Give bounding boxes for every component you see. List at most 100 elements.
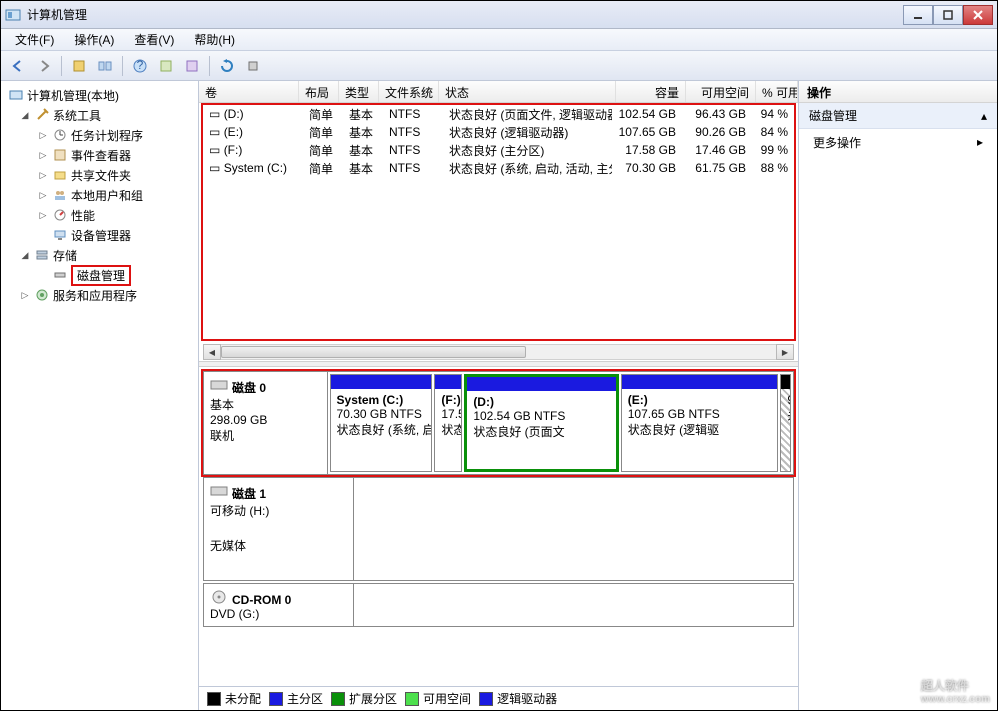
action-more[interactable]: 更多操作▸	[799, 129, 997, 155]
navigation-tree[interactable]: 计算机管理(本地) ◢ 系统工具 ▷任务计划程序 ▷事件查看器 ▷共享文件夹 ▷…	[1, 81, 199, 710]
disk-diagram: 磁盘 0 基本 298.09 GB 联机 System (C:)70.30 GB…	[199, 367, 798, 686]
expand-icon[interactable]: ◢	[19, 250, 31, 261]
cdrom-info: CD-ROM 0 DVD (G:)	[204, 584, 354, 626]
device-icon	[52, 227, 68, 243]
disk-1-info: 磁盘 1 可移动 (H:) 无媒体	[204, 478, 354, 580]
app-icon	[5, 7, 21, 23]
horizontal-scrollbar[interactable]: ◀ ▶	[203, 343, 794, 361]
tree-task-scheduler[interactable]: ▷任务计划程序	[3, 125, 196, 145]
toolbar-icon-3[interactable]	[155, 55, 177, 77]
legend-primary-icon	[269, 692, 283, 706]
clock-icon	[52, 127, 68, 143]
back-button[interactable]	[7, 55, 29, 77]
drive-icon: ▭	[209, 161, 220, 175]
cdrom-icon	[210, 590, 228, 604]
tree-services-apps[interactable]: ▷服务和应用程序	[3, 285, 196, 305]
scroll-thumb[interactable]	[221, 346, 526, 358]
volume-rows: ▭ (D:)简单基本NTFS状态良好 (页面文件, 逻辑驱动器)102.54 G…	[201, 103, 796, 341]
expand-icon[interactable]: ▷	[37, 170, 49, 181]
legend-unallocated-icon	[207, 692, 221, 706]
col-filesystem[interactable]: 文件系统	[379, 81, 439, 102]
action-header: 操作	[799, 81, 997, 103]
tree-local-users[interactable]: ▷本地用户和组	[3, 185, 196, 205]
tree-event-viewer[interactable]: ▷事件查看器	[3, 145, 196, 165]
volume-row[interactable]: ▭ (D:)简单基本NTFS状态良好 (页面文件, 逻辑驱动器)102.54 G…	[203, 105, 794, 123]
volume-list: 卷 布局 类型 文件系统 状态 容量 可用空间 % 可用 ▭ (D:)简单基本N…	[199, 81, 798, 361]
scroll-left-button[interactable]: ◀	[203, 344, 221, 360]
legend-logical-icon	[479, 692, 493, 706]
drive-icon: ▭	[209, 143, 220, 157]
col-status[interactable]: 状态	[439, 81, 616, 102]
maximize-button[interactable]	[933, 5, 963, 25]
expand-icon[interactable]: ▷	[37, 190, 49, 201]
expand-icon[interactable]: ▷	[37, 150, 49, 161]
disk-icon	[210, 484, 228, 498]
col-free[interactable]: 可用空间	[686, 81, 756, 102]
disk-icon	[52, 267, 68, 283]
tree-root[interactable]: 计算机管理(本地)	[3, 85, 196, 105]
expand-icon[interactable]: ▷	[37, 130, 49, 141]
disk-1[interactable]: 磁盘 1 可移动 (H:) 无媒体	[203, 477, 794, 581]
legend: 未分配 主分区 扩展分区 可用空间 逻辑驱动器	[199, 686, 798, 710]
scroll-right-button[interactable]: ▶	[776, 344, 794, 360]
menu-action[interactable]: 操作(A)	[64, 29, 124, 50]
chevron-right-icon: ▸	[977, 135, 983, 149]
legend-free-icon	[405, 692, 419, 706]
computer-icon	[8, 87, 24, 103]
refresh-icon[interactable]	[216, 55, 238, 77]
tree-system-tools[interactable]: ◢ 系统工具	[3, 105, 196, 125]
disk-icon	[210, 378, 228, 392]
close-button[interactable]	[963, 5, 993, 25]
partition-c[interactable]: System (C:)70.30 GB NTFS状态良好 (系统, 启	[330, 374, 433, 472]
toolbar: ?	[1, 51, 997, 81]
tree-disk-management[interactable]: 磁盘管理	[3, 265, 196, 285]
col-layout[interactable]: 布局	[299, 81, 339, 102]
action-disk-management[interactable]: 磁盘管理▴	[799, 103, 997, 129]
tools-icon	[34, 107, 50, 123]
volume-headers[interactable]: 卷 布局 类型 文件系统 状态 容量 可用空间 % 可用	[199, 81, 798, 103]
event-icon	[52, 147, 68, 163]
disk-0[interactable]: 磁盘 0 基本 298.09 GB 联机 System (C:)70.30 GB…	[203, 371, 794, 475]
volume-row[interactable]: ▭ (E:)简单基本NTFS状态良好 (逻辑驱动器)107.65 GB90.26…	[203, 123, 794, 141]
partition-e[interactable]: (E:)107.65 GB NTFS状态良好 (逻辑驱	[621, 374, 779, 472]
col-volume[interactable]: 卷	[199, 81, 299, 102]
forward-button[interactable]	[33, 55, 55, 77]
tree-storage[interactable]: ◢ 存储	[3, 245, 196, 265]
volume-row[interactable]: ▭ (F:)简单基本NTFS状态良好 (主分区)17.58 GB17.46 GB…	[203, 141, 794, 159]
toolbar-icon-2[interactable]	[94, 55, 116, 77]
menu-help[interactable]: 帮助(H)	[184, 29, 245, 50]
tree-performance[interactable]: ▷性能	[3, 205, 196, 225]
window-title: 计算机管理	[27, 6, 903, 23]
partition-f[interactable]: (F:)17.58 GB NTFS状态良好 (主分	[434, 374, 462, 472]
expand-icon[interactable]: ▷	[19, 290, 31, 301]
main-panel: 卷 布局 类型 文件系统 状态 容量 可用空间 % 可用 ▭ (D:)简单基本N…	[199, 81, 799, 710]
action-pane: 操作 磁盘管理▴ 更多操作▸	[799, 81, 997, 710]
toolbar-icon-4[interactable]	[181, 55, 203, 77]
help-icon[interactable]: ?	[129, 55, 151, 77]
col-type[interactable]: 类型	[339, 81, 379, 102]
partition-d[interactable]: (D:)102.54 GB NTFS状态良好 (页面文	[464, 374, 618, 472]
menu-view[interactable]: 查看(V)	[124, 29, 184, 50]
drive-icon: ▭	[209, 125, 220, 139]
partition-unalloc[interactable]: 9未	[780, 374, 791, 472]
expand-icon[interactable]: ▷	[37, 210, 49, 221]
menu-file[interactable]: 文件(F)	[5, 29, 64, 50]
menu-bar: 文件(F) 操作(A) 查看(V) 帮助(H)	[1, 29, 997, 51]
col-capacity[interactable]: 容量	[616, 81, 686, 102]
col-percent[interactable]: % 可用	[756, 81, 798, 102]
minimize-button[interactable]	[903, 5, 933, 25]
volume-row[interactable]: ▭ System (C:)简单基本NTFS状态良好 (系统, 启动, 活动, 主…	[203, 159, 794, 177]
cdrom-0[interactable]: CD-ROM 0 DVD (G:)	[203, 583, 794, 627]
disk-1-partitions	[354, 478, 793, 580]
tree-device-manager[interactable]: 设备管理器	[3, 225, 196, 245]
title-bar: 计算机管理	[1, 1, 997, 29]
disk-0-info: 磁盘 0 基本 298.09 GB 联机	[204, 372, 328, 474]
toolbar-icon-1[interactable]	[68, 55, 90, 77]
drive-icon: ▭	[209, 107, 220, 121]
svg-text:?: ?	[137, 59, 144, 72]
settings-icon[interactable]	[242, 55, 264, 77]
expand-icon[interactable]: ◢	[19, 110, 31, 121]
scroll-track[interactable]	[221, 344, 776, 360]
tree-shared-folders[interactable]: ▷共享文件夹	[3, 165, 196, 185]
performance-icon	[52, 207, 68, 223]
